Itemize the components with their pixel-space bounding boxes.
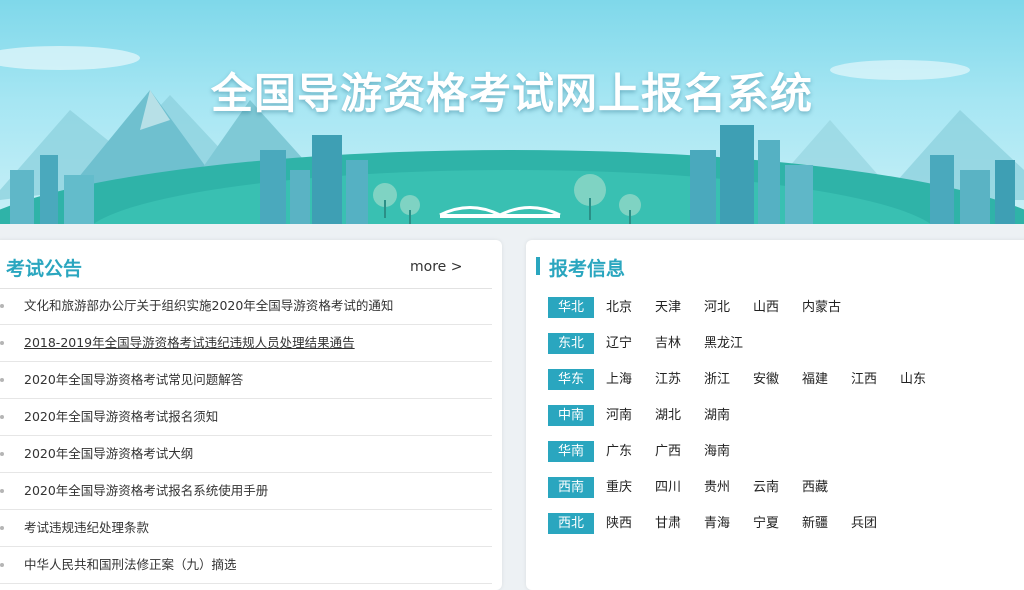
- exam-notices-panel: 考试公告 more > 文化和旅游部办公厅关于组织实施2020年全国导游资格考试…: [0, 240, 502, 590]
- bullet-icon: [0, 452, 4, 456]
- province-link[interactable]: 云南: [753, 476, 779, 499]
- notices-title: 考试公告: [6, 258, 83, 280]
- province-link[interactable]: 安徽: [753, 368, 779, 391]
- bullet-icon: [0, 341, 4, 345]
- province-link[interactable]: 青海: [704, 512, 730, 535]
- region-badge: 中南: [548, 405, 594, 426]
- province-link[interactable]: 辽宁: [606, 332, 632, 355]
- province-link[interactable]: 湖南: [704, 404, 730, 427]
- province-link[interactable]: 河南: [606, 404, 632, 427]
- region-badge: 华东: [548, 369, 594, 390]
- bullet-icon: [0, 489, 4, 493]
- bullet-icon: [0, 563, 4, 567]
- notice-item[interactable]: 考试违规违纪处理条款: [0, 510, 492, 547]
- province-link[interactable]: 河北: [704, 296, 730, 319]
- province-link[interactable]: 山东: [900, 368, 926, 391]
- province-link[interactable]: 福建: [802, 368, 828, 391]
- bullet-icon: [0, 304, 4, 308]
- bullet-icon: [0, 378, 4, 382]
- notice-item[interactable]: 2020年全国导游资格考试报名系统使用手册: [0, 473, 492, 510]
- province-link[interactable]: 吉林: [655, 332, 681, 355]
- province-link[interactable]: 广西: [655, 440, 681, 463]
- notice-item[interactable]: 2020年全国导游资格考试常见问题解答: [0, 362, 492, 399]
- province-link[interactable]: 四川: [655, 476, 681, 499]
- more-link[interactable]: more >: [410, 259, 462, 275]
- province-link[interactable]: 湖北: [655, 404, 681, 427]
- region-badge: 西南: [548, 477, 594, 498]
- province-link[interactable]: 陕西: [606, 512, 632, 535]
- header-banner: 全国导游资格考试网上报名系统: [0, 0, 1024, 224]
- province-link[interactable]: 西藏: [802, 476, 828, 499]
- info-title: 报考信息: [549, 258, 626, 280]
- region-badge: 西北: [548, 513, 594, 534]
- region-badge: 华北: [548, 297, 594, 318]
- notice-item[interactable]: 中华人民共和国刑法修正案（九）摘选: [0, 547, 492, 584]
- province-link[interactable]: 海南: [704, 440, 730, 463]
- province-link[interactable]: 浙江: [704, 368, 730, 391]
- registration-info-panel: 报考信息 华北 北京 天津 河北 山西 内蒙古东北 辽宁 吉林 黑龙江华东 上海 江苏 浙江 安徽 福建江…: [526, 240, 1024, 590]
- province-link[interactable]: 内蒙古: [802, 296, 841, 319]
- province-link[interactable]: 江西: [851, 368, 877, 391]
- province-link[interactable]: 广东: [606, 440, 632, 463]
- region-badge: 东北: [548, 333, 594, 354]
- province-link[interactable]: 兵团: [851, 512, 877, 535]
- notices-header: 考试公告 more >: [0, 240, 492, 289]
- notice-list: 文化和旅游部办公厅关于组织实施2020年全国导游资格考试的通知 2018-201…: [0, 288, 492, 584]
- province-link[interactable]: 北京: [606, 296, 632, 319]
- province-link[interactable]: 宁夏: [753, 512, 779, 535]
- notice-item[interactable]: 2018-2019年全国导游资格考试违纪违规人员处理结果通告: [0, 325, 492, 362]
- bullet-icon: [0, 415, 4, 419]
- province-link[interactable]: 黑龙江: [704, 332, 743, 355]
- province-link[interactable]: 新疆: [802, 512, 828, 535]
- site-title: 全国导游资格考试网上报名系统: [210, 69, 813, 118]
- province-link[interactable]: 山西: [753, 296, 779, 319]
- province-link[interactable]: 上海: [606, 368, 632, 391]
- province-link[interactable]: 重庆: [606, 476, 632, 499]
- province-link[interactable]: 甘肃: [655, 512, 681, 535]
- title-accent-bar: [536, 257, 540, 275]
- notice-item[interactable]: 2020年全国导游资格考试报名须知: [0, 399, 492, 436]
- province-link[interactable]: 贵州: [704, 476, 730, 499]
- notice-item[interactable]: 2020年全国导游资格考试大纲: [0, 436, 492, 473]
- province-link[interactable]: 江苏: [655, 368, 681, 391]
- region-badge: 华南: [548, 441, 594, 462]
- bullet-icon: [0, 526, 4, 530]
- province-link[interactable]: 天津: [655, 296, 681, 319]
- notice-item[interactable]: 文化和旅游部办公厅关于组织实施2020年全国导游资格考试的通知: [0, 288, 492, 325]
